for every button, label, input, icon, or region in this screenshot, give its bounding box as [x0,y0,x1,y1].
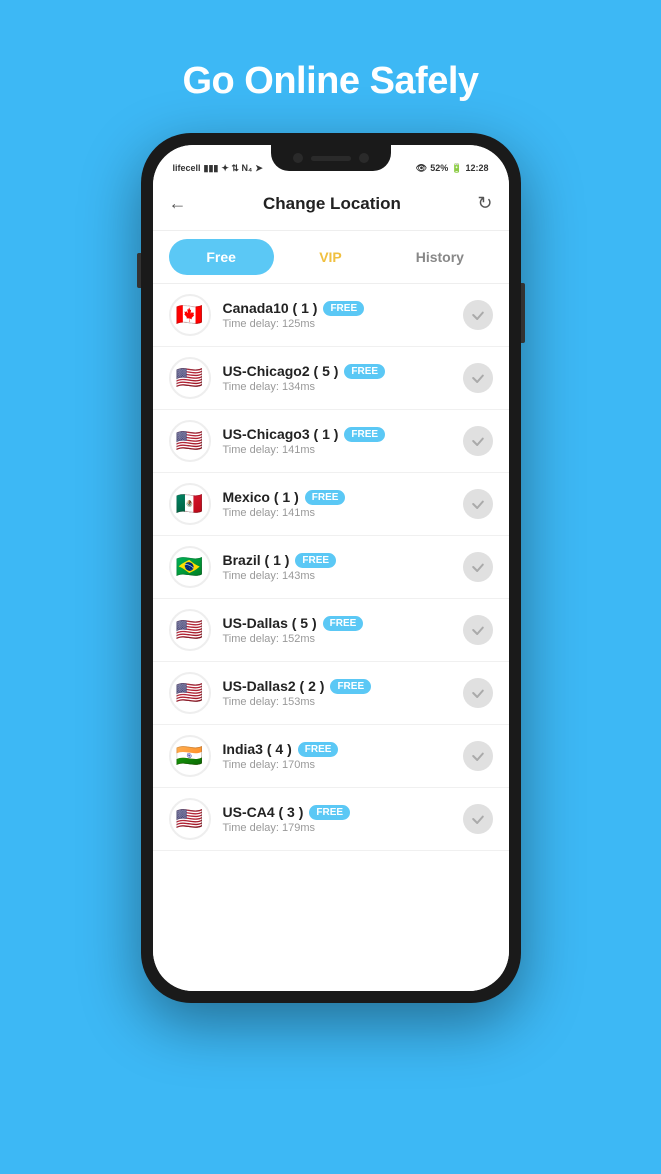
free-badge-7: FREE [330,679,371,694]
tab-free[interactable]: Free [169,239,274,275]
front-sensor [359,153,369,163]
app-header: ← Change Location ↻ [153,177,509,231]
free-badge-2: FREE [344,364,385,379]
server-delay-1: Time delay: 125ms [223,318,451,330]
back-button[interactable]: ← [169,193,187,214]
flag-us-3: 🇺🇸 [169,420,211,462]
battery-icon: 🔋 [451,163,462,174]
server-info-2: US-Chicago2 ( 5 ) FREE Time delay: 134ms [223,363,451,393]
phone-mockup: lifecell ▮▮▮ ✦ ⇅ N₄ ➤ 👁 52% 🔋 12:28 ← Ch… [141,133,521,1003]
server-info-1: Canada10 ( 1 ) FREE Time delay: 125ms [223,300,451,330]
server-item-7[interactable]: 🇺🇸 US-Dallas2 ( 2 ) FREE Time delay: 153… [153,662,509,725]
server-item-3[interactable]: 🇺🇸 US-Chicago3 ( 1 ) FREE Time delay: 14… [153,410,509,473]
free-badge-1: FREE [323,301,364,316]
free-badge-6: FREE [323,616,364,631]
check-icon-6 [463,615,493,645]
server-list: 🇨🇦 Canada10 ( 1 ) FREE Time delay: 125ms… [153,284,509,991]
server-name-3: US-Chicago3 ( 1 ) [223,426,339,442]
check-icon-1 [463,300,493,330]
server-delay-8: Time delay: 170ms [223,759,451,771]
server-name-4: Mexico ( 1 ) [223,489,299,505]
server-item-6[interactable]: 🇺🇸 US-Dallas ( 5 ) FREE Time delay: 152m… [153,599,509,662]
check-icon-4 [463,489,493,519]
server-delay-9: Time delay: 179ms [223,822,451,834]
server-info-4: Mexico ( 1 ) FREE Time delay: 141ms [223,489,451,519]
server-name-1: Canada10 ( 1 ) [223,300,318,316]
flag-us-9: 🇺🇸 [169,798,211,840]
refresh-button[interactable]: ↻ [477,193,492,214]
free-badge-3: FREE [344,427,385,442]
flag-canada: 🇨🇦 [169,294,211,336]
time-text: 12:28 [465,163,488,173]
server-item-2[interactable]: 🇺🇸 US-Chicago2 ( 5 ) FREE Time delay: 13… [153,347,509,410]
check-icon-7 [463,678,493,708]
header-title: Change Location [263,194,401,214]
battery-text: 52% [430,163,448,173]
network-icons: ✦ ⇅ N₄ [221,163,252,174]
server-item-5[interactable]: 🇧🇷 Brazil ( 1 ) FREE Time delay: 143ms [153,536,509,599]
server-info-6: US-Dallas ( 5 ) FREE Time delay: 152ms [223,615,451,645]
check-icon-3 [463,426,493,456]
server-info-9: US-CA4 ( 3 ) FREE Time delay: 179ms [223,804,451,834]
server-item-4[interactable]: 🇲🇽 Mexico ( 1 ) FREE Time delay: 141ms [153,473,509,536]
notch [271,145,391,171]
signal-bars: ▮▮▮ [204,163,219,174]
server-info-3: US-Chicago3 ( 1 ) FREE Time delay: 141ms [223,426,451,456]
status-left: lifecell ▮▮▮ ✦ ⇅ N₄ ➤ [173,163,263,174]
check-icon-2 [463,363,493,393]
carrier-text: lifecell [173,163,201,173]
server-item-9[interactable]: 🇺🇸 US-CA4 ( 3 ) FREE Time delay: 179ms [153,788,509,851]
server-name-7: US-Dallas2 ( 2 ) [223,678,325,694]
server-delay-2: Time delay: 134ms [223,381,451,393]
free-badge-8: FREE [298,742,339,757]
server-name-6: US-Dallas ( 5 ) [223,615,317,631]
tab-history[interactable]: History [387,239,492,275]
tab-bar: Free VIP History [153,231,509,284]
tab-vip[interactable]: VIP [278,239,383,275]
flag-us-6: 🇺🇸 [169,609,211,651]
gps-icon: ➤ [255,163,263,174]
server-item-8[interactable]: 🇮🇳 India3 ( 4 ) FREE Time delay: 170ms [153,725,509,788]
page-title: Go Online Safely [182,60,478,103]
server-delay-6: Time delay: 152ms [223,633,451,645]
flag-brazil: 🇧🇷 [169,546,211,588]
flag-india: 🇮🇳 [169,735,211,777]
check-icon-8 [463,741,493,771]
server-name-9: US-CA4 ( 3 ) [223,804,304,820]
server-delay-4: Time delay: 141ms [223,507,451,519]
eye-icon: 👁 [416,163,427,174]
status-right: 👁 52% 🔋 12:28 [416,163,489,174]
flag-us-2: 🇺🇸 [169,357,211,399]
free-badge-9: FREE [309,805,350,820]
server-info-5: Brazil ( 1 ) FREE Time delay: 143ms [223,552,451,582]
check-icon-9 [463,804,493,834]
server-item-1[interactable]: 🇨🇦 Canada10 ( 1 ) FREE Time delay: 125ms [153,284,509,347]
server-delay-7: Time delay: 153ms [223,696,451,708]
check-icon-5 [463,552,493,582]
server-name-5: Brazil ( 1 ) [223,552,290,568]
phone-screen: lifecell ▮▮▮ ✦ ⇅ N₄ ➤ 👁 52% 🔋 12:28 ← Ch… [153,145,509,991]
server-delay-5: Time delay: 143ms [223,570,451,582]
server-info-7: US-Dallas2 ( 2 ) FREE Time delay: 153ms [223,678,451,708]
flag-mexico: 🇲🇽 [169,483,211,525]
flag-us-7: 🇺🇸 [169,672,211,714]
free-badge-5: FREE [295,553,336,568]
server-name-2: US-Chicago2 ( 5 ) [223,363,339,379]
free-badge-4: FREE [305,490,346,505]
server-delay-3: Time delay: 141ms [223,444,451,456]
front-camera [293,153,303,163]
server-info-8: India3 ( 4 ) FREE Time delay: 170ms [223,741,451,771]
server-name-8: India3 ( 4 ) [223,741,292,757]
speaker [311,156,351,161]
